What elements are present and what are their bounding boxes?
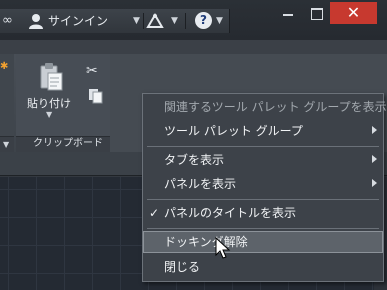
maximize-button[interactable] xyxy=(302,2,330,24)
menu-item-undock[interactable]: ドッキング解除 xyxy=(143,231,383,253)
minimize-button[interactable] xyxy=(274,2,302,24)
binoculars-icon[interactable]: ∞ xyxy=(2,13,16,29)
divider xyxy=(185,13,186,29)
help-dropdown-icon[interactable]: ▼ xyxy=(216,13,223,29)
copy-icon[interactable] xyxy=(88,88,104,104)
divider xyxy=(143,13,144,29)
paste-button[interactable]: 貼り付け xyxy=(27,95,71,111)
submenu-arrow-icon xyxy=(372,179,377,187)
menu-item-show-panels[interactable]: パネルを表示 xyxy=(143,173,383,195)
close-button[interactable]: ✕ xyxy=(330,2,377,24)
sign-in-dropdown-icon[interactable]: ▼ xyxy=(133,13,140,29)
menu-item-tool-palette-groups[interactable]: ツール パレット グループ xyxy=(143,120,383,142)
menu-item-show-tabs[interactable]: タブを表示 xyxy=(143,149,383,171)
menu-separator xyxy=(147,146,379,147)
menu-separator xyxy=(147,199,379,200)
submenu-arrow-icon xyxy=(372,155,377,163)
paste-icon[interactable] xyxy=(38,62,64,92)
panel-expand-icon[interactable]: ▼ xyxy=(3,140,9,150)
cut-icon[interactable]: ✂ xyxy=(86,63,102,79)
tool-icon[interactable]: ✱ xyxy=(0,62,8,72)
context-menu: 関連するツール パレット グループを表示 ツール パレット グループ タブを表示… xyxy=(142,93,387,282)
menu-item-close[interactable]: 閉じる xyxy=(143,256,383,278)
info-center-bar: ∞ サインイン ▼ ▼ ? ▼ xyxy=(0,9,230,33)
sign-in-button[interactable]: サインイン xyxy=(48,13,108,29)
menu-item-show-related-tool-palette-groups: 関連するツール パレット グループを表示 xyxy=(164,100,387,114)
submenu-arrow-icon xyxy=(372,126,377,134)
ribbon-tab-strip xyxy=(0,40,387,54)
paste-dropdown-icon[interactable]: ▼ xyxy=(46,110,52,119)
mouse-cursor-icon xyxy=(215,237,231,259)
clipboard-panel-title: クリップボード xyxy=(33,138,103,149)
user-icon[interactable] xyxy=(28,12,44,30)
checkmark-icon: ✓ xyxy=(149,206,160,220)
menu-separator xyxy=(147,228,379,229)
exchange-apps-icon[interactable] xyxy=(146,13,164,29)
help-icon[interactable]: ? xyxy=(195,12,212,29)
exchange-dropdown-icon[interactable]: ▼ xyxy=(171,13,178,29)
menu-item-show-panel-titles[interactable]: ✓ パネルのタイトルを表示 xyxy=(143,202,383,224)
